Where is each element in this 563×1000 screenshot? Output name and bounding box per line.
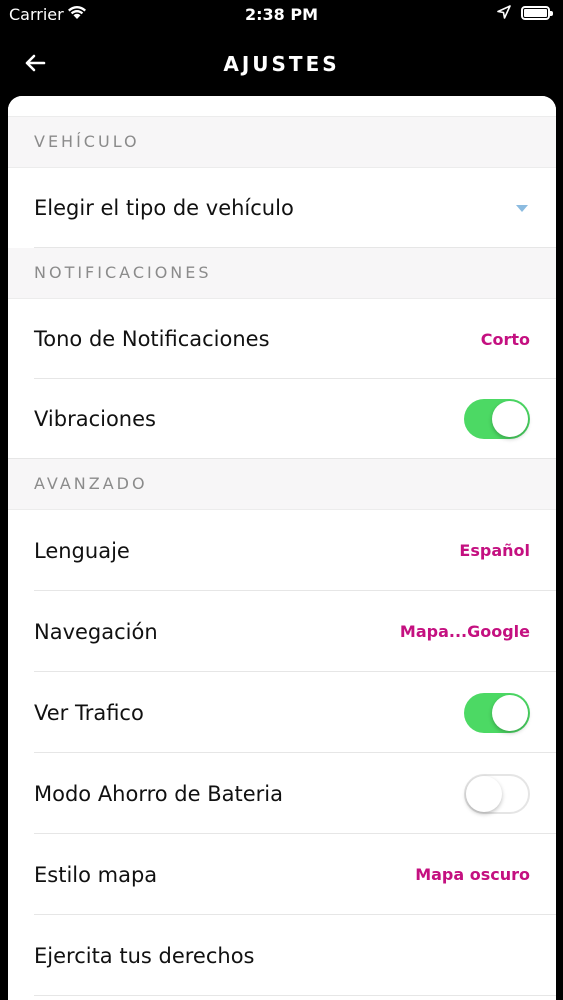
vibrations-toggle[interactable] bbox=[464, 399, 530, 439]
row-vehicle-type[interactable]: Elegir el tipo de vehículo bbox=[8, 168, 556, 248]
row-language[interactable]: Lenguaje Español bbox=[8, 510, 556, 591]
traffic-toggle[interactable] bbox=[464, 692, 530, 733]
row-label: Ver Trafico bbox=[34, 700, 144, 725]
row-navigation[interactable]: Navegación Mapa...Google bbox=[8, 591, 556, 672]
row-label: Vibraciones bbox=[34, 407, 156, 431]
section-header-notificaciones: NOTIFICACIONES bbox=[8, 248, 556, 299]
row-label: Estilo mapa bbox=[34, 862, 158, 887]
section-header-avanzado: AVANZADO bbox=[8, 459, 556, 510]
row-map-style[interactable]: Estilo mapa Mapa oscuro bbox=[8, 834, 556, 915]
row-vibrations: Vibraciones bbox=[8, 379, 556, 459]
settings-sheet: VEHÍCULO Elegir el tipo de vehículo NOTI… bbox=[8, 96, 556, 1000]
row-label: Modo Ahorro de Bateria bbox=[34, 781, 283, 806]
row-label: Lenguaje bbox=[34, 538, 130, 563]
status-bar: Carrier 2:38 PM bbox=[0, 0, 563, 30]
row-value: Mapa...Google bbox=[399, 622, 530, 641]
row-notification-tone[interactable]: Tono de Notificaciones Corto bbox=[8, 299, 556, 379]
row-label: Elegir el tipo de vehículo bbox=[34, 196, 294, 220]
dropdown-arrow-icon bbox=[516, 204, 528, 212]
row-value: Corto bbox=[480, 329, 530, 349]
row-battery-saver: Modo Ahorro de Bateria bbox=[8, 753, 556, 834]
page-title: AJUSTES bbox=[223, 52, 340, 76]
section-header-vehiculo: VEHÍCULO bbox=[8, 117, 556, 168]
row-exercise-rights[interactable]: Ejercita tus derechos bbox=[8, 915, 556, 996]
row-label: Navegación bbox=[34, 619, 158, 644]
row-traffic: Ver Trafico bbox=[8, 672, 556, 753]
battery-icon bbox=[521, 6, 553, 20]
row-value: Español bbox=[459, 541, 530, 560]
row-label: Tono de Notificaciones bbox=[34, 327, 270, 351]
location-arrow-icon bbox=[497, 5, 511, 19]
nav-bar: AJUSTES bbox=[0, 30, 563, 96]
row-value: Mapa oscuro bbox=[415, 865, 530, 884]
clock: 2:38 PM bbox=[244, 5, 318, 24]
battery-saver-toggle[interactable] bbox=[464, 773, 530, 814]
row-label: Ejercita tus derechos bbox=[34, 943, 255, 968]
